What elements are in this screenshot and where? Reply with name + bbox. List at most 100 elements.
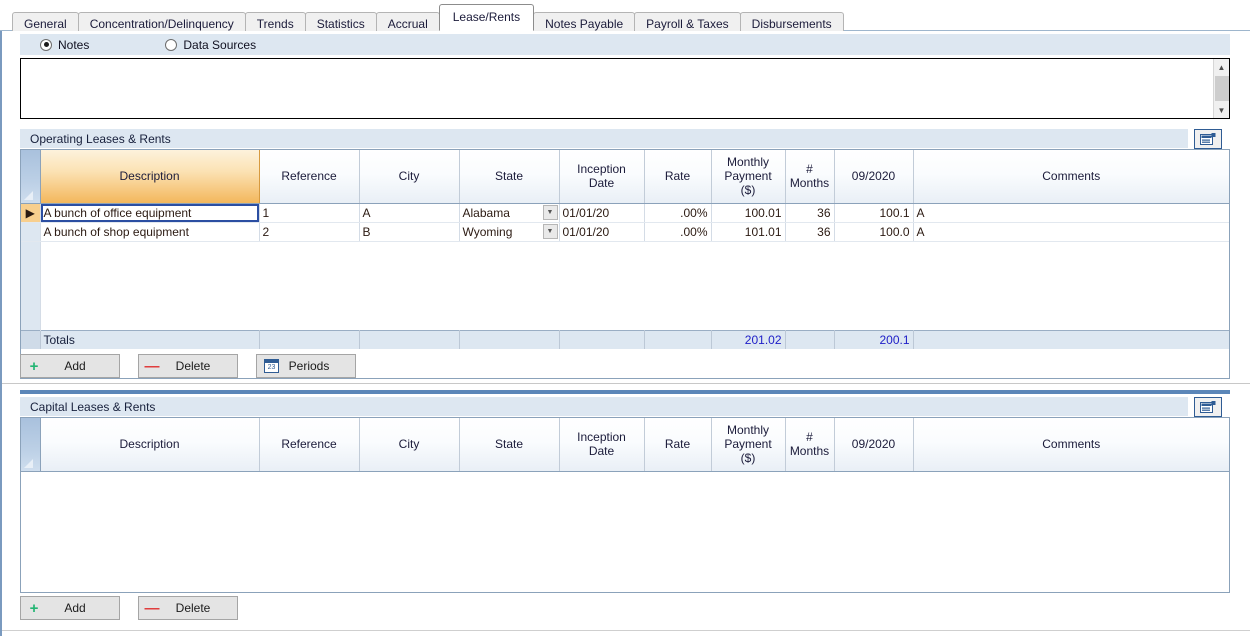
- capital-add-label: Add: [47, 601, 119, 615]
- cell-period-value[interactable]: 100.1: [834, 203, 913, 222]
- totals-state: [459, 330, 559, 349]
- section-divider-line: [2, 383, 1250, 384]
- grid-layout-icon: [1200, 133, 1216, 146]
- notes-textarea[interactable]: ▲ ▼: [20, 58, 1230, 119]
- radio-notes-label: Notes: [58, 38, 89, 52]
- calendar-icon-day: 23: [265, 363, 278, 372]
- cell-inception-date[interactable]: 01/01/20: [559, 203, 644, 222]
- totals-city: [359, 330, 459, 349]
- col-header-reference[interactable]: Reference: [259, 150, 359, 203]
- totals-comments: [913, 330, 1229, 349]
- row-current-indicator-icon[interactable]: ▶: [21, 203, 40, 222]
- col-header-monthly-payment[interactable]: Monthly Payment ($): [711, 418, 785, 471]
- cell-state[interactable]: Alabama ▼: [459, 203, 559, 222]
- row-selector-header: [21, 150, 40, 203]
- cell-rate[interactable]: .00%: [644, 203, 711, 222]
- cell-reference[interactable]: 2: [259, 222, 359, 241]
- scroll-up-arrow-icon[interactable]: ▲: [1214, 59, 1229, 75]
- capital-delete-label: Delete: [165, 601, 237, 615]
- col-header-rate[interactable]: Rate: [644, 150, 711, 203]
- radio-notes[interactable]: Notes: [40, 38, 89, 52]
- cell-rate[interactable]: .00%: [644, 222, 711, 241]
- col-header-inception-date[interactable]: Inception Date: [559, 418, 644, 471]
- cell-state-value: Wyoming: [463, 225, 513, 239]
- minus-icon: —: [139, 359, 165, 374]
- col-header-months[interactable]: # Months: [785, 150, 834, 203]
- capital-leases-grid[interactable]: Description Reference City State Incepti…: [20, 417, 1230, 593]
- notes-scrollbar[interactable]: ▲ ▼: [1213, 59, 1229, 118]
- operating-delete-button[interactable]: — Delete: [138, 354, 238, 378]
- cell-comments[interactable]: A: [913, 203, 1229, 222]
- cell-reference[interactable]: 1: [259, 203, 359, 222]
- col-header-period[interactable]: 09/2020: [834, 418, 913, 471]
- totals-period-value: 200.1: [834, 330, 913, 349]
- capital-leases-table: Description Reference City State Incepti…: [21, 418, 1229, 591]
- radio-data-sources[interactable]: Data Sources: [165, 38, 256, 52]
- col-header-city[interactable]: City: [359, 150, 459, 203]
- totals-reference: [259, 330, 359, 349]
- cell-description[interactable]: A bunch of shop equipment: [40, 222, 259, 241]
- chevron-down-icon[interactable]: ▼: [543, 224, 558, 239]
- capital-header-row: Description Reference City State Incepti…: [21, 418, 1229, 471]
- operating-periods-button[interactable]: 23 Periods: [256, 354, 356, 378]
- col-header-inception-date[interactable]: Inception Date: [559, 150, 644, 203]
- row-selector[interactable]: [21, 222, 40, 241]
- totals-inception-date: [559, 330, 644, 349]
- cell-inception-date[interactable]: 01/01/20: [559, 222, 644, 241]
- col-header-monthly-payment[interactable]: Monthly Payment ($): [711, 150, 785, 203]
- operating-leases-grid[interactable]: Description Reference City State Incepti…: [20, 149, 1230, 379]
- totals-row-selector: [21, 330, 40, 349]
- totals-months: [785, 330, 834, 349]
- col-header-city[interactable]: City: [359, 418, 459, 471]
- cell-period-value[interactable]: 100.0: [834, 222, 913, 241]
- cell-description[interactable]: A bunch of office equipment: [40, 203, 259, 222]
- col-header-rate[interactable]: Rate: [644, 418, 711, 471]
- cell-comments[interactable]: A: [913, 222, 1229, 241]
- radio-notes-indicator[interactable]: [40, 39, 52, 51]
- tab-strip: General Concentration/Delinquency Trends…: [0, 0, 1250, 31]
- lease-rents-panel: Notes Data Sources ▲ ▼ Operating Leases …: [0, 31, 1250, 636]
- grid-blank-area: [40, 241, 1229, 330]
- cell-city[interactable]: B: [359, 222, 459, 241]
- cell-state[interactable]: Wyoming ▼: [459, 222, 559, 241]
- table-row[interactable]: ▶ A bunch of office equipment 1 A Alabam…: [21, 203, 1229, 222]
- plus-icon: +: [21, 359, 47, 374]
- radio-data-sources-indicator[interactable]: [165, 39, 177, 51]
- cell-months[interactable]: 36: [785, 203, 834, 222]
- operating-grid-config-button[interactable]: [1194, 129, 1222, 149]
- section-splitter[interactable]: [20, 390, 1230, 394]
- operating-periods-label: Periods: [279, 359, 355, 373]
- window-bottom-edge: [2, 630, 1250, 636]
- col-header-months[interactable]: # Months: [785, 418, 834, 471]
- col-header-state[interactable]: State: [459, 418, 559, 471]
- col-header-description[interactable]: Description: [40, 418, 259, 471]
- col-header-comments[interactable]: Comments: [913, 418, 1229, 471]
- capital-section-title: Capital Leases & Rents: [20, 397, 1188, 416]
- cell-months[interactable]: 36: [785, 222, 834, 241]
- col-header-period[interactable]: 09/2020: [834, 150, 913, 203]
- operating-header-row: Description Reference City State Incepti…: [21, 150, 1229, 203]
- capital-delete-button[interactable]: — Delete: [138, 596, 238, 620]
- tab-lease-rents[interactable]: Lease/Rents: [439, 4, 534, 31]
- scroll-down-arrow-icon[interactable]: ▼: [1214, 102, 1229, 118]
- grid-empty-space: [21, 241, 1229, 330]
- notes-option-bar: Notes Data Sources: [20, 34, 1230, 55]
- cell-monthly-payment[interactable]: 100.01: [711, 203, 785, 222]
- capital-grid-blank-area: [21, 471, 1229, 591]
- capital-add-button[interactable]: + Add: [20, 596, 120, 620]
- totals-label: Totals: [40, 330, 259, 349]
- scrollbar-thumb[interactable]: [1215, 76, 1229, 101]
- operating-add-button[interactable]: + Add: [20, 354, 120, 378]
- capital-grid-config-button[interactable]: [1194, 397, 1222, 417]
- col-header-reference[interactable]: Reference: [259, 418, 359, 471]
- totals-row: Totals 201.02 200.1: [21, 330, 1229, 349]
- cell-city[interactable]: A: [359, 203, 459, 222]
- col-header-state[interactable]: State: [459, 150, 559, 203]
- col-header-description[interactable]: Description: [40, 150, 259, 203]
- minus-icon: —: [139, 601, 165, 616]
- col-header-comments[interactable]: Comments: [913, 150, 1229, 203]
- row-selector-filler: [21, 241, 40, 330]
- table-row[interactable]: A bunch of shop equipment 2 B Wyoming ▼ …: [21, 222, 1229, 241]
- cell-monthly-payment[interactable]: 101.01: [711, 222, 785, 241]
- chevron-down-icon[interactable]: ▼: [543, 205, 558, 220]
